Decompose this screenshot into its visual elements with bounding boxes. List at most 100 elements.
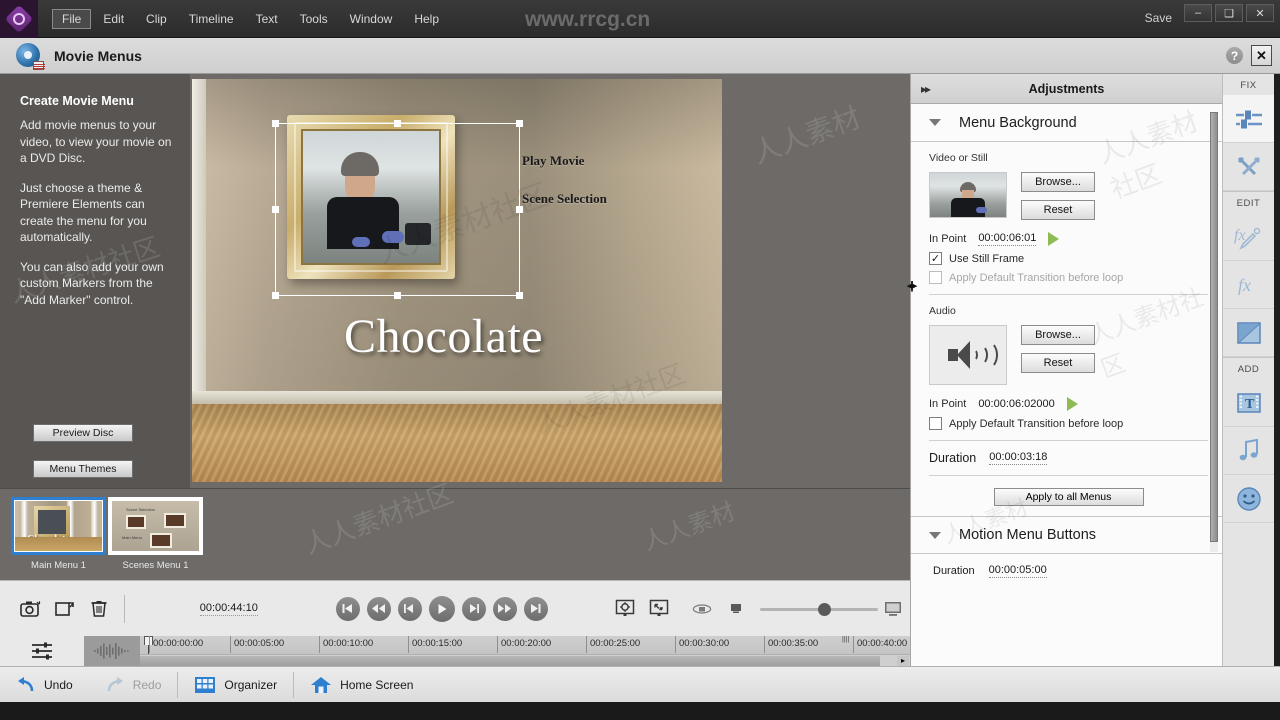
video-media-row: Browse... Reset	[929, 172, 1208, 220]
duplicate-frame-icon[interactable]	[48, 592, 82, 626]
audio-media-row: Browse... Reset	[929, 325, 1208, 385]
adjustments-panel: ▸▸ Adjustments Menu Background Video or …	[910, 74, 1222, 666]
menu-duration-row: Duration 00:00:03:18	[929, 451, 1208, 465]
video-reset-button[interactable]: Reset	[1021, 200, 1095, 220]
rail-group-label-fix: FIX	[1240, 80, 1257, 91]
use-still-frame-row[interactable]: ✓ Use Still Frame	[929, 252, 1208, 265]
panel-close-icon[interactable]: ✕	[1251, 45, 1272, 66]
window-bottom-edge	[0, 702, 1280, 720]
help-icon[interactable]: ?	[1226, 47, 1243, 64]
render-monitor-icon[interactable]	[609, 592, 643, 626]
timeline-horizontal-scrollbar[interactable]: ▸	[140, 654, 910, 666]
go-to-start-icon[interactable]	[335, 596, 360, 621]
menu-button-scene-selection[interactable]: Scene Selection	[522, 191, 607, 207]
menu-tools[interactable]: Tools	[290, 9, 338, 29]
undo-button[interactable]: Undo	[0, 667, 89, 702]
dvd-menu-canvas[interactable]: Play Movie Scene Selection Chocolate 人人素…	[192, 79, 722, 482]
view-small-icon[interactable]	[685, 592, 719, 626]
organizer-button[interactable]: Organizer	[178, 667, 293, 702]
apply-to-all-menus-button[interactable]: Apply to all Menus	[993, 488, 1144, 506]
menu-video-thumbnail-frame[interactable]	[287, 115, 455, 279]
section-motion-menu-buttons-header[interactable]: Motion Menu Buttons	[911, 516, 1222, 554]
menu-themes-button[interactable]: Menu Themes	[33, 460, 133, 478]
site-watermark: www.rrcg.cn	[525, 8, 651, 31]
audio-inpoint-value[interactable]: 00:00:06:02000	[978, 398, 1054, 411]
delete-trash-icon[interactable]	[82, 592, 116, 626]
menu-video-still	[301, 129, 441, 265]
instructions-paragraph-2: Just choose a theme & Premiere Elements …	[20, 180, 147, 245]
section-menu-background-header[interactable]: Menu Background	[911, 104, 1222, 142]
preview-disc-button[interactable]: Preview Disc	[33, 424, 133, 442]
audio-browse-button[interactable]: Browse...	[1021, 325, 1095, 345]
save-button[interactable]: Save	[1145, 11, 1172, 25]
video-browse-button[interactable]: Browse...	[1021, 172, 1095, 192]
menu-clip[interactable]: Clip	[136, 9, 177, 29]
current-timecode[interactable]: 00:00:44:10	[199, 602, 258, 616]
play-icon[interactable]	[428, 595, 455, 622]
minimize-icon[interactable]: –	[1184, 4, 1212, 22]
close-icon[interactable]: ✕	[1246, 4, 1274, 22]
scrollbar-thumb[interactable]	[1210, 112, 1218, 542]
transitions-square-icon[interactable]	[1223, 309, 1274, 357]
audio-inpoint-label: In Point	[929, 398, 967, 410]
sliders-adjust-icon[interactable]	[1223, 95, 1274, 143]
menu-help[interactable]: Help	[404, 9, 449, 29]
home-screen-button[interactable]: Home Screen	[294, 667, 429, 702]
freeze-frame-camera-icon[interactable]	[14, 592, 48, 626]
zoom-slider[interactable]	[760, 602, 879, 616]
audio-transition-row[interactable]: Apply Default Transition before loop	[929, 417, 1208, 430]
fx-pen-effects-icon[interactable]: fx	[1223, 213, 1274, 261]
scrollbar-thumb[interactable]	[140, 656, 880, 666]
video-play-icon[interactable]	[1048, 232, 1060, 246]
menu-file[interactable]: File	[52, 8, 92, 29]
audio-play-icon[interactable]	[1066, 397, 1078, 411]
ruler-tick-3: 00:00:15:00	[408, 636, 462, 653]
menu-text[interactable]: Text	[246, 9, 288, 29]
maximize-icon[interactable]: ❑	[1215, 4, 1243, 22]
thumbnail-caption: Scenes Menu 1	[122, 560, 189, 571]
motion-duration-value[interactable]: 00:00:05:00	[988, 564, 1047, 578]
go-to-end-icon[interactable]	[523, 596, 548, 621]
thumbnail-main-menu-1[interactable]: Chocolate Main Menu 1	[11, 497, 106, 571]
baseboard-decor	[192, 391, 722, 404]
speaker-icon[interactable]	[929, 325, 1007, 385]
handle-bottom-middle[interactable]	[393, 292, 401, 299]
menu-edit[interactable]: Edit	[93, 9, 134, 29]
adjustments-scrollbar[interactable]	[1210, 112, 1218, 552]
fullscreen-monitor-icon[interactable]	[876, 592, 910, 626]
video-inpoint-value[interactable]: 00:00:06:01	[978, 232, 1037, 246]
zoom-knob[interactable]	[818, 602, 832, 616]
menu-duration-value[interactable]: 00:00:03:18	[989, 451, 1048, 465]
scrollbar-right-arrow[interactable]: ▸	[897, 656, 909, 666]
view-compact-icon[interactable]	[719, 592, 753, 626]
music-note-icon[interactable]	[1223, 427, 1274, 475]
audio-reset-button[interactable]: Reset	[1021, 353, 1095, 373]
fit-to-screen-icon[interactable]	[642, 592, 676, 626]
audio-waveform-icon[interactable]	[84, 636, 140, 666]
step-back-icon[interactable]	[397, 596, 422, 621]
step-forward-icon[interactable]	[461, 596, 486, 621]
thumbnail-scenes-menu-1[interactable]: Scene Selection Main Menu Scenes Menu 1	[108, 497, 203, 571]
video-frame-thumbnail[interactable]	[929, 172, 1007, 218]
menu-title-text[interactable]: Chocolate	[344, 309, 543, 364]
fx-icon[interactable]: fx	[1223, 261, 1274, 309]
tools-wrench-screwdriver-icon[interactable]	[1223, 143, 1274, 191]
graphics-smiley-icon[interactable]	[1223, 475, 1274, 523]
title-text-icon[interactable]: T	[1223, 379, 1274, 427]
rewind-icon[interactable]	[366, 596, 391, 621]
menu-button-play-movie[interactable]: Play Movie	[522, 153, 584, 169]
chevron-down-icon[interactable]	[929, 531, 941, 539]
chevron-down-icon[interactable]	[929, 119, 941, 126]
timeline-track-settings-icon[interactable]	[0, 636, 84, 666]
menu-timeline[interactable]: Timeline	[179, 9, 244, 29]
audio-transition-checkbox[interactable]	[929, 417, 942, 430]
status-bar: Undo Redo Organizer Home Screen	[0, 666, 1280, 702]
title-bar: File Edit Clip Timeline Text Tools Windo…	[0, 0, 1280, 38]
use-still-frame-checkbox[interactable]: ✓	[929, 252, 942, 265]
panel-resize-handle[interactable]: ◂||▸	[904, 276, 918, 294]
menu-preview-stage[interactable]: Play Movie Scene Selection Chocolate 人人素…	[190, 74, 910, 488]
menu-duration-label: Duration	[929, 451, 977, 465]
menu-window[interactable]: Window	[340, 9, 403, 29]
fast-forward-icon[interactable]	[492, 596, 517, 621]
pillar-decor-2	[491, 79, 549, 431]
